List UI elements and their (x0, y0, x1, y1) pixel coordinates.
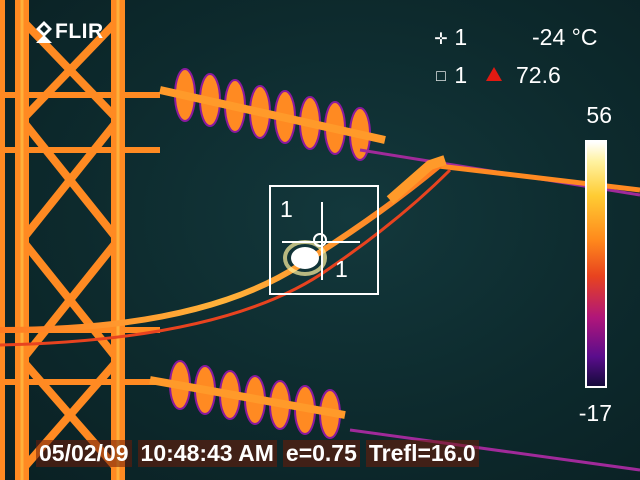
crosshair-icon: ✛ (434, 30, 448, 48)
spot-measurement-row: ✛ 1 (434, 24, 467, 51)
measurement-box-label: 1 (280, 196, 293, 222)
footer-trefl: Trefl=16.0 (365, 439, 479, 467)
footer-date: 05/02/09 (36, 439, 132, 467)
box-max-value: 72.6 (516, 62, 561, 88)
flir-logo: FLIR (36, 20, 104, 44)
tower-lattice (0, 0, 160, 480)
temperature-scale-bar (585, 140, 607, 388)
spot-index: 1 (454, 24, 468, 50)
upper-insulator (159, 68, 386, 161)
box-icon: □ (436, 67, 446, 85)
box-measurement-row: □ 1 (434, 62, 467, 89)
box-index: 1 (454, 62, 468, 88)
flir-logo-icon (36, 21, 52, 43)
spot-value: -24 °C (532, 24, 598, 50)
thermal-viewer: FLIR ✛ 1 -24 °C □ 1 72.6 56 -17 1 1 05/0… (0, 0, 640, 480)
footer-emissivity: e=0.75 (282, 439, 360, 467)
logo-text: FLIR (55, 20, 104, 43)
spot-label: 1 (335, 256, 348, 282)
scale-min-label: -17 (578, 400, 612, 426)
lower-insulator (149, 360, 346, 439)
status-footer: 05/02/09 10:48:43 AM e=0.75 Trefl=16.0 (36, 437, 485, 469)
scale-max-label: 56 (586, 102, 612, 128)
footer-time: 10:48:43 AM (137, 439, 277, 467)
max-triangle-icon (486, 67, 502, 81)
spot-crosshair-center[interactable] (313, 233, 327, 247)
